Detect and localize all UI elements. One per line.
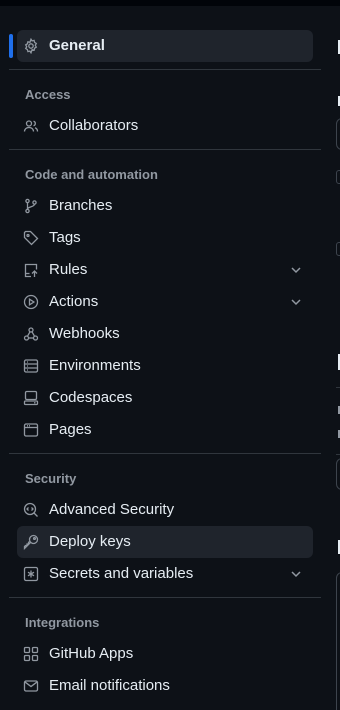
divider [9,453,321,454]
divider [9,69,321,70]
tag-icon [23,230,39,246]
play-icon [23,294,39,310]
divider-fragment [336,454,340,455]
repo-push-icon [23,262,39,278]
section-title-integrations: Integrations [25,615,100,630]
divider-fragment [336,387,340,388]
settings-sidebar: General Access Collaborators Code and au… [0,0,322,710]
sidebar-item-pages[interactable]: Pages [17,414,313,446]
sidebar-item-advanced-security[interactable]: Advanced Security [17,494,313,526]
sidebar-item-email-notifications[interactable]: Email notifications [17,670,313,702]
sidebar-item-label: Pages [49,421,92,438]
sidebar-item-webhooks[interactable]: Webhooks [17,318,313,350]
sidebar-item-label: Rules [49,261,88,278]
codescan-icon [23,502,39,518]
divider [9,597,321,598]
sidebar-item-label: Advanced Security [49,501,175,518]
checkbox-fragment[interactable] [336,170,340,184]
sidebar-item-rules[interactable]: Rules [17,254,313,286]
sidebar-item-label: Tags [49,229,81,246]
active-item-marker [9,34,13,58]
key-icon [23,534,39,550]
sidebar-item-label: Branches [49,197,113,214]
gear-icon [23,38,39,54]
sidebar-item-label: Codespaces [49,389,133,406]
sidebar-item-codespaces[interactable]: Codespaces [17,382,313,414]
input-fragment[interactable] [336,118,340,150]
main-content-clipped [322,0,340,710]
git-branch-icon [23,198,39,214]
chevron-down-icon[interactable] [289,567,303,581]
sidebar-item-general[interactable]: General [17,30,313,62]
sidebar-item-label: Environments [49,357,141,374]
sidebar-item-github-apps[interactable]: GitHub Apps [17,638,313,670]
section-title-security: Security [25,471,77,486]
people-icon [23,118,39,134]
section-title-access: Access [25,87,71,102]
sidebar-item-environments[interactable]: Environments [17,350,313,382]
chevron-down-icon[interactable] [289,295,303,309]
sidebar-item-label: GitHub Apps [49,645,134,662]
asterisk-icon [23,566,39,582]
section-title-code-automation: Code and automation [25,167,158,182]
sidebar-item-label: Deploy keys [49,533,131,550]
sidebar-item-secrets-variables[interactable]: Secrets and variables [17,558,313,590]
chevron-down-icon[interactable] [289,263,303,277]
sidebar-item-deploy-keys[interactable]: Deploy keys [17,526,313,558]
sidebar-item-label: Webhooks [49,325,120,342]
sidebar-item-collaborators[interactable]: Collaborators [17,110,313,142]
sidebar-item-label: General [49,37,105,54]
sidebar-item-tags[interactable]: Tags [17,222,313,254]
checkbox-fragment[interactable] [336,242,340,256]
sidebar-item-label: Collaborators [49,117,139,134]
box-fragment [336,572,340,710]
sidebar-item-actions[interactable]: Actions [17,286,313,318]
mail-icon [23,678,39,694]
sidebar-item-label: Email notifications [49,677,170,694]
apps-icon [23,646,39,662]
webhook-icon [23,326,39,342]
codespaces-icon [23,390,39,406]
browser-icon [23,422,39,438]
divider [9,149,321,150]
sidebar-item-branches[interactable]: Branches [17,190,313,222]
sidebar-item-label: Secrets and variables [49,565,194,582]
server-icon [23,358,39,374]
sidebar-item-label: Actions [49,293,99,310]
input-fragment[interactable] [336,458,340,490]
